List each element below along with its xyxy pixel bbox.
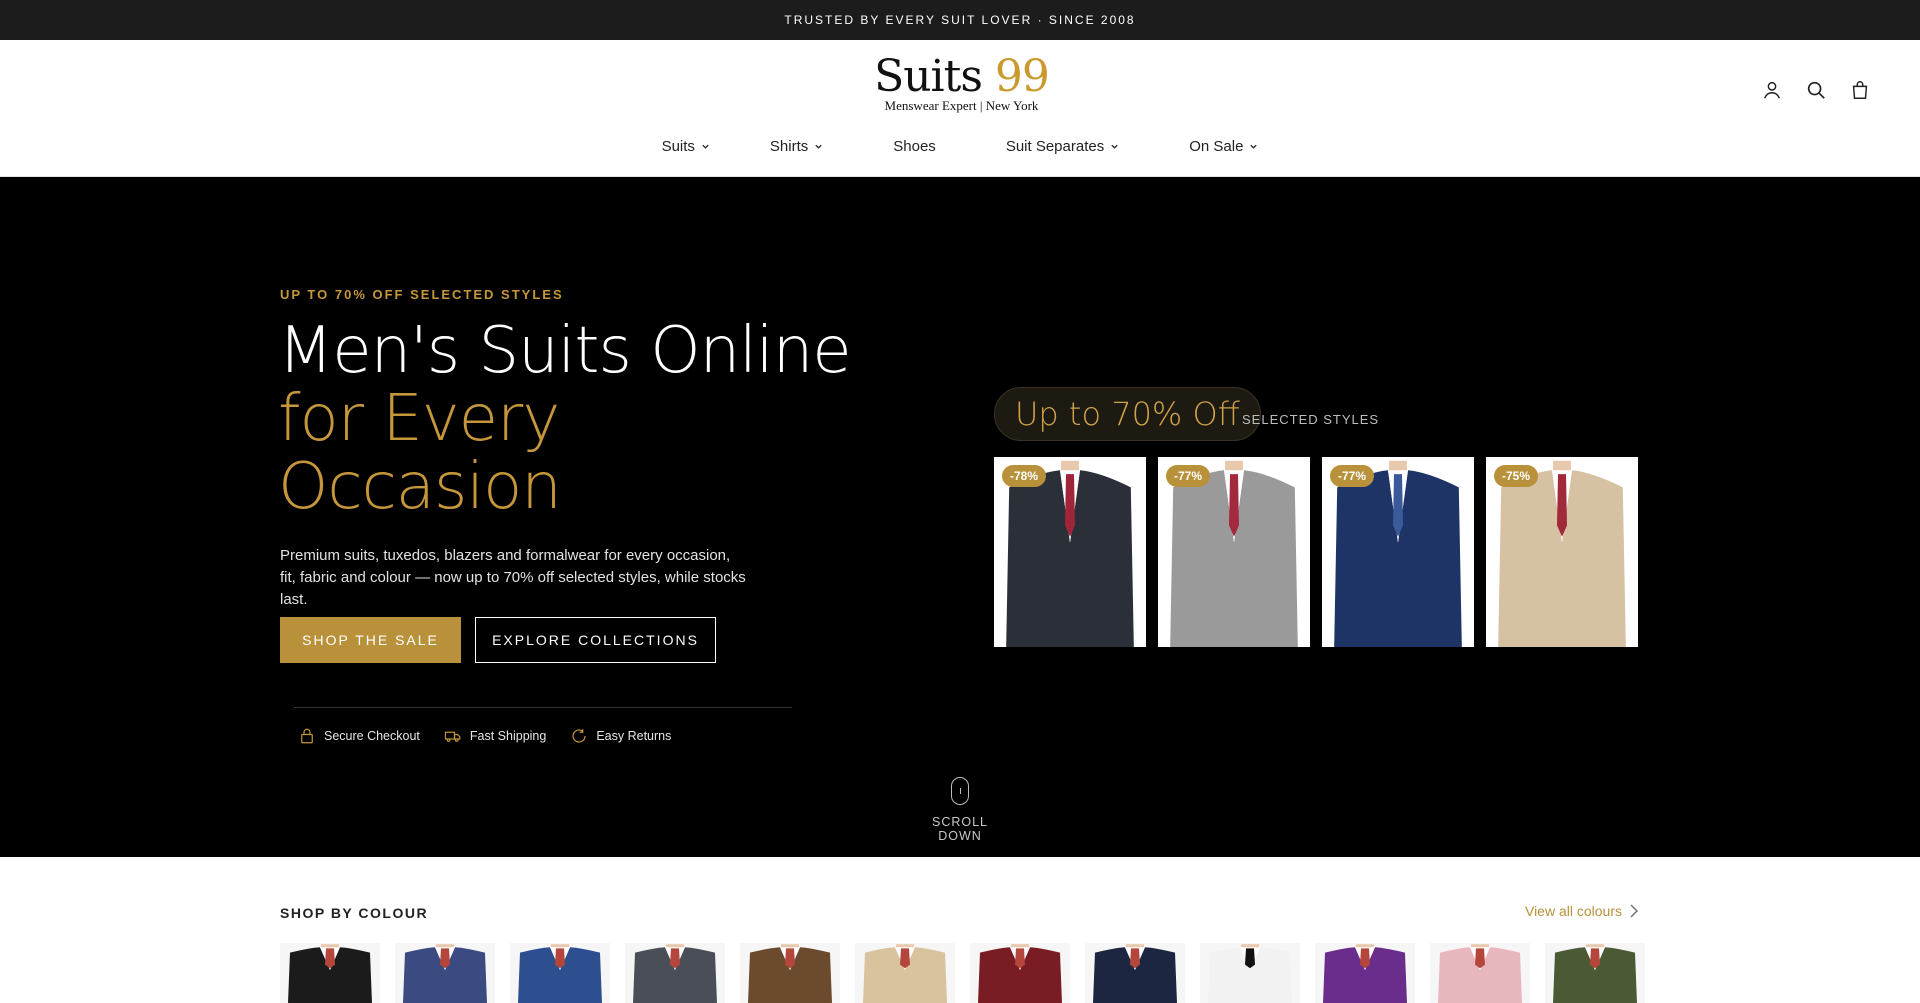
chevron-down-icon <box>1111 144 1118 149</box>
logo[interactable]: Suits 99 Menswear Expert | New York <box>874 51 1050 114</box>
bag-icon[interactable] <box>1848 78 1872 102</box>
account-icon[interactable] <box>1760 78 1784 102</box>
logo-text: Suits <box>874 51 983 102</box>
nav-item-suits[interactable]: Suits <box>662 138 710 155</box>
nav-item-suit-separates[interactable]: Suit Separates <box>1006 138 1119 155</box>
shop-by-colour-section: SHOP BY COLOUR View all colours <box>0 857 1920 1003</box>
view-all-label: View all colours <box>1524 903 1622 919</box>
scroll-label: SCROLL DOWN <box>931 815 989 843</box>
swatch-image <box>518 944 602 1003</box>
colour-swatch[interactable] <box>510 943 610 1003</box>
announcement-text: TRUSTED BY EVERY SUIT LOVER · SINCE 2008 <box>784 13 1136 27</box>
colour-swatch[interactable] <box>280 943 380 1003</box>
nav-label: On Sale <box>1189 138 1244 155</box>
hero-title-line3: Occasion <box>278 450 562 524</box>
swatch-image <box>978 944 1062 1003</box>
swatch-image <box>1093 944 1177 1003</box>
nav-label: Shirts <box>769 138 809 155</box>
hero-description: Premium suits, tuxedos, blazers and form… <box>280 547 746 608</box>
colour-swatch[interactable] <box>1200 943 1300 1003</box>
product-card[interactable]: -75% <box>1486 457 1638 647</box>
returns-icon <box>572 729 586 743</box>
colour-swatches <box>280 943 1645 1003</box>
swatch-image <box>1438 944 1522 1003</box>
nav-item-shoes[interactable]: Shoes <box>893 138 936 155</box>
main-nav: Suits Shirts Shoes Suit Separates On Sal… <box>0 138 1920 155</box>
section-title: SHOP BY COLOUR <box>280 905 429 921</box>
nav-item-shirts[interactable]: Shirts <box>770 138 823 155</box>
colour-swatch[interactable] <box>1430 943 1530 1003</box>
swatch-image <box>1553 944 1637 1003</box>
nav-label: Shoes <box>893 138 936 155</box>
chevron-down-icon <box>1250 144 1258 149</box>
logo-tagline: Menswear Expert | New York <box>884 98 1039 113</box>
trust-item-easy-returns: Easy Returns <box>570 727 671 745</box>
colour-swatch[interactable] <box>625 943 725 1003</box>
swatch-image <box>863 944 947 1003</box>
trust-badges: Secure Checkout Fast Shipping Easy Retur… <box>298 727 671 745</box>
swatch-image <box>633 944 717 1003</box>
chevron-down-icon <box>702 144 709 149</box>
colour-swatch[interactable] <box>970 943 1070 1003</box>
explore-collections-button[interactable]: EXPLORE COLLECTIONS <box>475 617 716 663</box>
colour-swatch[interactable] <box>1315 943 1415 1003</box>
discount-badge: -78% <box>1002 465 1047 487</box>
hero-title-line2: for Every <box>278 382 560 456</box>
announcement-bar: TRUSTED BY EVERY SUIT LOVER · SINCE 2008 <box>0 0 1920 40</box>
chevron-right-icon <box>1630 904 1639 918</box>
view-all-colours-link[interactable]: View all colours <box>1525 903 1640 919</box>
promo-note: SELECTED STYLES <box>1242 412 1380 427</box>
swatch-image <box>1208 944 1292 1003</box>
trust-item-fast-shipping: Fast Shipping <box>444 727 546 745</box>
hero-eyebrow: UP TO 70% OFF SELECTED STYLES <box>280 287 564 302</box>
product-card[interactable]: -77% <box>1322 457 1474 647</box>
header-icons <box>1760 78 1872 102</box>
product-card[interactable]: -77% <box>1158 457 1310 647</box>
discount-badge: -77% <box>1330 465 1375 487</box>
swatch-image <box>748 944 832 1003</box>
mouse-icon <box>951 777 969 805</box>
trust-label: Fast Shipping <box>469 729 547 743</box>
chevron-down-icon <box>815 144 822 149</box>
trust-label: Easy Returns <box>596 729 672 743</box>
colour-swatch[interactable] <box>855 943 955 1003</box>
colour-swatch[interactable] <box>1545 943 1645 1003</box>
product-card[interactable]: -78% <box>994 457 1146 647</box>
logo-number: 99 <box>994 51 1050 102</box>
nav-label: Suit Separates <box>1005 138 1105 155</box>
colour-swatch[interactable] <box>740 943 840 1003</box>
nav-item-on-sale[interactable]: On Sale <box>1189 138 1258 155</box>
divider <box>294 707 792 708</box>
discount-badge: -75% <box>1494 465 1539 487</box>
swatch-image <box>288 944 372 1003</box>
colour-swatch[interactable] <box>395 943 495 1003</box>
scroll-down-indicator[interactable]: SCROLL DOWN <box>912 777 1008 843</box>
trust-item-secure-checkout: Secure Checkout <box>298 727 420 745</box>
search-icon[interactable] <box>1804 78 1828 102</box>
nav-label: Suits <box>661 138 695 155</box>
colour-swatch[interactable] <box>1085 943 1185 1003</box>
promo-pill: Up to 70% Off <box>994 387 1261 441</box>
discount-badge: -77% <box>1166 465 1211 487</box>
lock-icon <box>301 728 313 744</box>
shop-the-sale-button[interactable]: SHOP THE SALE <box>280 617 461 663</box>
hero-section: UP TO 70% OFF SELECTED STYLES Men's Suit… <box>0 177 1920 857</box>
swatch-image <box>403 944 487 1003</box>
site-header: Suits 99 Menswear Expert | New York Suit… <box>0 40 1920 177</box>
truck-icon <box>444 731 461 742</box>
hero-title: Men's Suits Online for Every Occasion <box>278 314 852 524</box>
product-strip: -78% -77% -77% -75% <box>994 457 1638 647</box>
hero-title-line1: Men's Suits Online <box>278 314 852 388</box>
swatch-image <box>1323 944 1407 1003</box>
trust-label: Secure Checkout <box>324 729 420 743</box>
